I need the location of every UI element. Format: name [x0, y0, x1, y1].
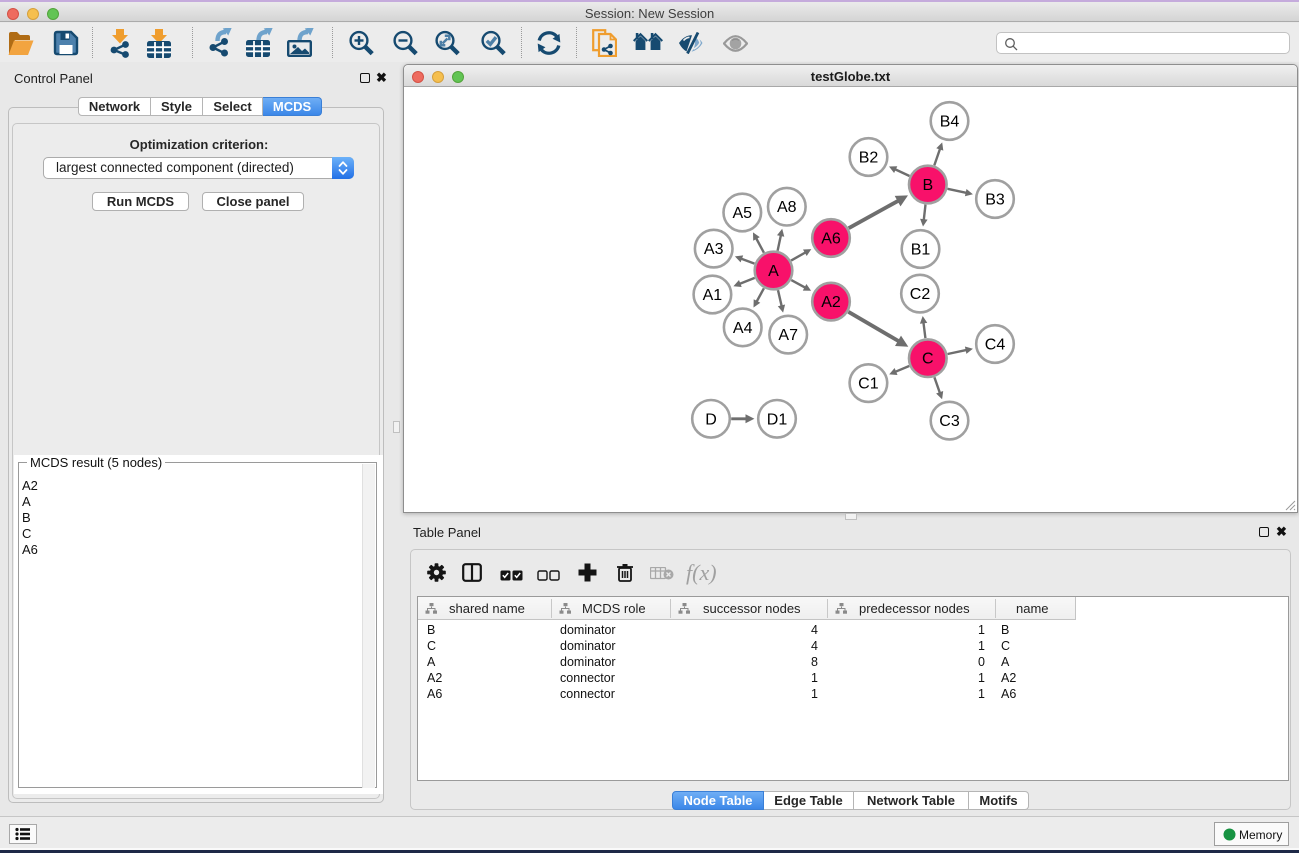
svg-text:D: D [705, 411, 717, 428]
svg-text:C: C [922, 351, 934, 368]
svg-text:D1: D1 [767, 411, 788, 428]
svg-text:B: B [922, 177, 933, 194]
svg-text:A4: A4 [733, 320, 753, 337]
svg-text:A: A [768, 263, 779, 280]
svg-text:B4: B4 [940, 114, 960, 131]
svg-text:A8: A8 [777, 199, 797, 216]
svg-text:C3: C3 [939, 413, 960, 430]
svg-text:B2: B2 [859, 150, 879, 167]
svg-text:A1: A1 [703, 287, 723, 304]
svg-text:A5: A5 [733, 205, 753, 222]
svg-text:B3: B3 [985, 192, 1005, 209]
svg-text:C4: C4 [985, 337, 1006, 354]
svg-text:A2: A2 [821, 294, 841, 311]
svg-text:A6: A6 [821, 231, 841, 248]
svg-text:C1: C1 [858, 376, 879, 393]
svg-text:B1: B1 [911, 242, 931, 259]
svg-text:C2: C2 [910, 286, 931, 303]
svg-text:A7: A7 [778, 327, 798, 344]
svg-text:A3: A3 [704, 241, 724, 258]
